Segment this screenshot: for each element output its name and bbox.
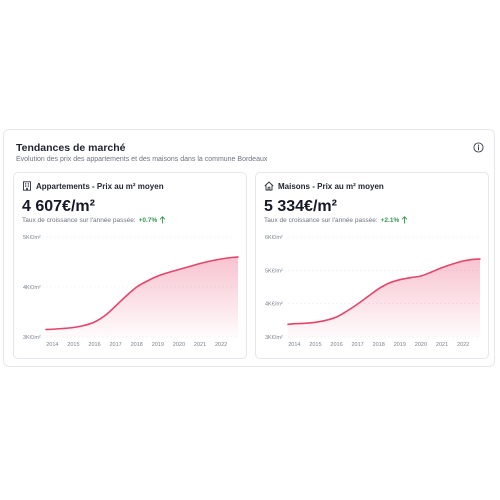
y-tick-label: 6K€/m² xyxy=(265,235,283,241)
house-icon xyxy=(264,181,274,191)
x-tick-label: 2019 xyxy=(394,342,406,348)
x-tick-label: 2015 xyxy=(67,342,79,348)
x-tick-label: 2017 xyxy=(352,342,364,348)
x-tick-label: 2016 xyxy=(330,342,342,348)
x-tick-label: 2014 xyxy=(46,342,58,348)
growth-label: Taux de croissance sur l'année passée: xyxy=(264,216,378,224)
card-subtitle: Evolution des prix des appartements et d… xyxy=(16,156,268,163)
card-title: Tendances de marché xyxy=(16,142,126,154)
price-area-fill xyxy=(288,259,480,337)
panel-header: Appartements - Prix au m² moyen xyxy=(22,181,164,191)
houses-panel: Maisons - Prix au m² moyen 5 334€/m² Tau… xyxy=(255,172,489,359)
arrow-up-icon xyxy=(159,216,166,224)
x-tick-label: 2016 xyxy=(88,342,100,348)
growth-label: Taux de croissance sur l'année passée: xyxy=(22,216,136,224)
market-trends-card: Tendances de marché Evolution des prix d… xyxy=(3,129,495,367)
y-tick-label: 3K€/m² xyxy=(23,335,41,341)
x-tick-label: 2018 xyxy=(131,342,143,348)
x-tick-label: 2017 xyxy=(110,342,122,348)
growth-value: +0.7% xyxy=(138,216,158,224)
houses-price-chart: 3K€/m² 4K€/m² 5K€/m² 6K€/m² 2014 2015 2016 2017… xyxy=(265,235,481,348)
growth-rate: Taux de croissance sur l'année passée: +… xyxy=(264,216,408,224)
x-tick-label: 2014 xyxy=(288,342,300,348)
x-tick-label: 2015 xyxy=(309,342,321,348)
arrow-up-icon xyxy=(401,216,408,224)
panel-header: Maisons - Prix au m² moyen xyxy=(264,181,384,191)
panel-title: Maisons - Prix au m² moyen xyxy=(278,181,384,191)
y-tick-label: 5K€/m² xyxy=(23,235,41,241)
average-price: 4 607€/m² xyxy=(22,198,95,215)
x-tick-label: 2021 xyxy=(194,342,206,348)
growth-value: +2.1% xyxy=(380,216,400,224)
building-icon xyxy=(23,181,31,191)
x-tick-label: 2022 xyxy=(215,342,227,348)
growth-rate: Taux de croissance sur l'année passée: +… xyxy=(22,216,166,224)
y-tick-label: 4K€/m² xyxy=(265,302,283,308)
x-tick-label: 2020 xyxy=(173,342,185,348)
y-tick-label: 3K€/m² xyxy=(265,335,283,341)
x-tick-label: 2022 xyxy=(457,342,469,348)
y-tick-label: 4K€/m² xyxy=(23,285,41,291)
x-tick-label: 2020 xyxy=(415,342,427,348)
x-tick-label: 2019 xyxy=(152,342,164,348)
x-tick-label: 2018 xyxy=(373,342,385,348)
panel-title: Appartements - Prix au m² moyen xyxy=(36,181,164,191)
info-icon[interactable] xyxy=(473,142,484,153)
average-price: 5 334€/m² xyxy=(264,198,337,215)
apartments-price-chart: 3K€/m² 4K€/m² 5K€/m² 2014 2015 2016 2017 2018 20… xyxy=(23,235,239,348)
x-tick-label: 2021 xyxy=(436,342,448,348)
apartments-panel: Appartements - Prix au m² moyen 4 607€/m… xyxy=(13,172,247,359)
y-tick-label: 5K€/m² xyxy=(265,268,283,274)
price-area-fill xyxy=(46,257,238,337)
